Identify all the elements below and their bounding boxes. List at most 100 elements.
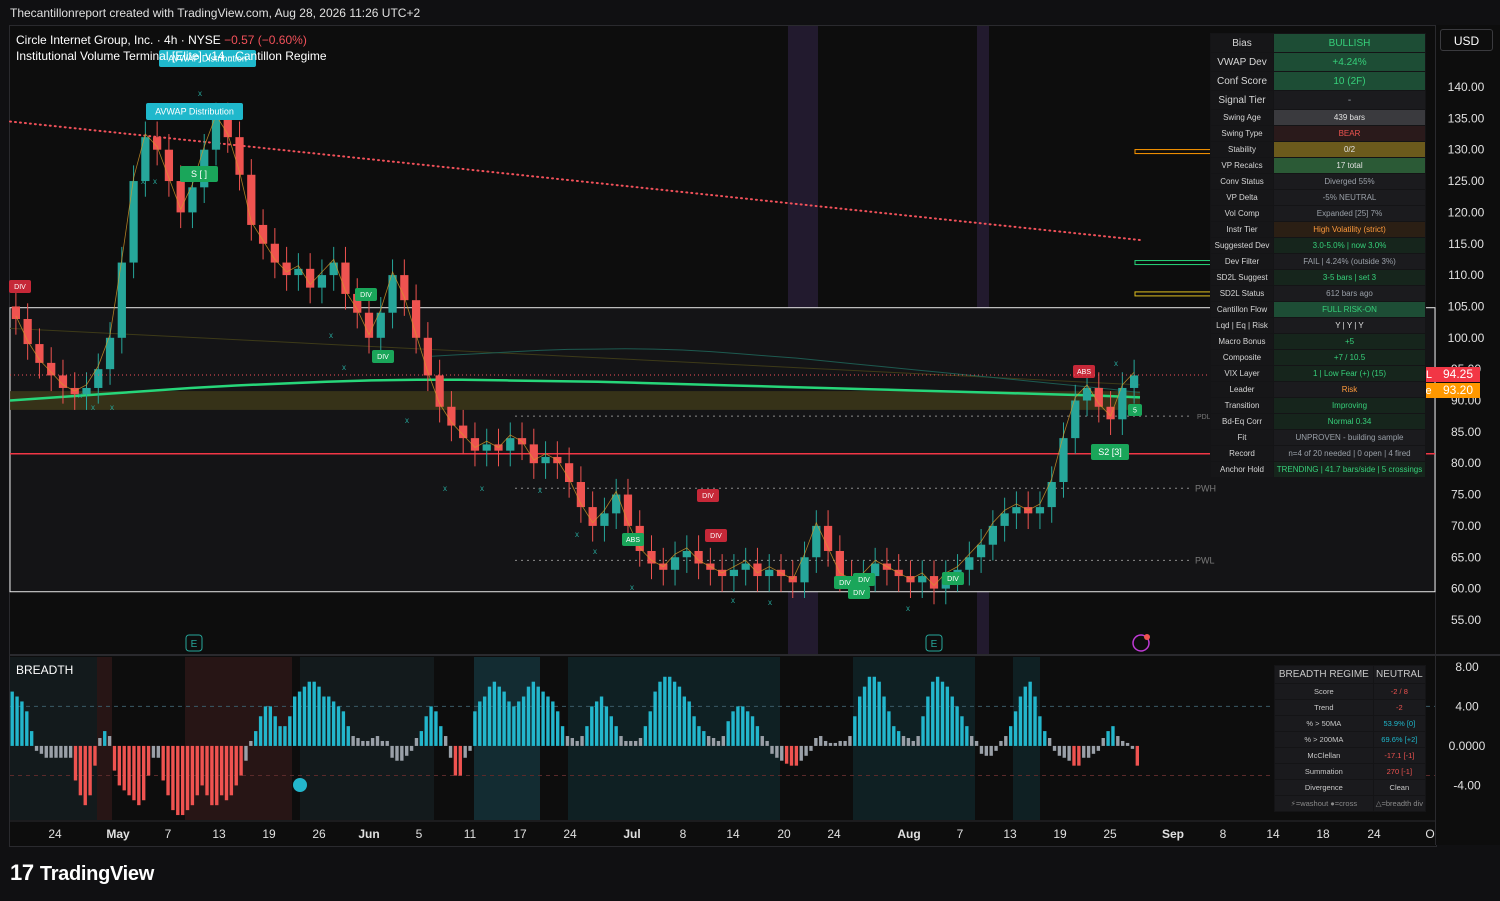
x-marker: x (630, 583, 634, 592)
breadth-bar (185, 745, 190, 811)
candle-body (612, 494, 621, 514)
breadth-regime-table: BREADTH REGIME NEUTRAL Score -2 / 8 Trend -2%… (1274, 665, 1427, 812)
breadth-bar (25, 711, 29, 746)
breadth-bar (453, 745, 458, 776)
breadth-bar (668, 676, 672, 746)
breadth-title: BREADTH (16, 663, 74, 677)
breadth-bar (317, 686, 321, 746)
time-tick: 19 (262, 827, 276, 841)
breadth-bar (580, 736, 584, 746)
breadth-cell: Divergence (1274, 779, 1374, 796)
breadth-bar (1062, 745, 1066, 758)
stats-row: VP Delta -5% NEUTRAL (1210, 189, 1426, 206)
breadth-bar (322, 696, 326, 746)
stats-key: Composite (1210, 349, 1274, 366)
breadth-bar (327, 696, 331, 746)
stats-value: 3.0-5.0% | now 3.0% (1273, 237, 1426, 254)
breadth-bar (926, 696, 930, 746)
legend-symbol[interactable]: Circle Internet Group, Inc. · 4h · NYSE (16, 33, 221, 47)
stats-key: Bd-Eq Corr (1210, 413, 1274, 430)
breadth-bar (862, 686, 867, 746)
stats-value: +7 / 10.5 (1273, 349, 1426, 366)
stats-row: Stability 0/2 (1210, 141, 1426, 158)
candle-body (247, 174, 256, 225)
breadth-bar (833, 742, 838, 746)
breadth-bar (409, 745, 414, 751)
stats-row: Lqd | Eq | Risk Y | Y | Y (1210, 317, 1426, 334)
breadth-bar (312, 681, 316, 746)
stats-value: Y | Y | Y (1273, 317, 1426, 334)
breadth-bar (151, 745, 156, 758)
breadth-bar (921, 716, 925, 746)
breadth-bar (745, 711, 750, 746)
stats-key: Swing Type (1210, 125, 1274, 142)
breadth-bar (965, 726, 969, 746)
breadth-bar (906, 738, 911, 746)
breadth-bar (512, 706, 516, 746)
stats-row: Bias BULLISH (1210, 33, 1426, 53)
price-tick: 80.00 (1451, 456, 1481, 470)
breadth-bar (663, 676, 667, 746)
tradingview-logo[interactable]: 17 TradingView (10, 860, 154, 886)
stats-value: FAIL | 4.24% (outside 3%) (1273, 253, 1426, 270)
breadth-bar (482, 696, 487, 746)
x-marker: x (405, 416, 409, 425)
breadth-bar (205, 745, 209, 796)
candle-body (1012, 507, 1021, 514)
stats-key: Fit (1210, 429, 1274, 446)
breadth-bar (307, 681, 311, 746)
x-marker: x (78, 391, 82, 400)
stats-row: SD2L Status 612 bars ago (1210, 285, 1426, 302)
price-tick: 75.00 (1451, 488, 1481, 502)
stats-row: Cantillon Flow FULL RISK-ON (1210, 301, 1426, 318)
time-tick: 18 (1316, 827, 1330, 841)
breadth-bar (594, 701, 599, 746)
stats-row: Record n=4 of 20 needed | 0 open | 4 fire… (1210, 445, 1426, 462)
time-tick: 14 (726, 827, 740, 841)
breadth-bar (443, 736, 448, 746)
stats-row: Conf Score 10 (2F) (1210, 71, 1426, 91)
time-tick: 7 (957, 827, 964, 841)
currency-selector[interactable]: USD (1440, 29, 1493, 51)
breadth-bar (146, 745, 151, 776)
breadth-bar (1008, 726, 1013, 746)
breadth-bar (984, 745, 989, 756)
breadth-cell: BREADTH REGIME (1274, 665, 1374, 684)
breadth-bar (39, 745, 44, 754)
breadth-bar (161, 745, 165, 781)
breadth-bar (171, 745, 175, 811)
breadth-bar (1013, 711, 1018, 746)
breadth-bar (375, 736, 380, 746)
breadth-bar (624, 740, 628, 746)
breadth-bar (34, 745, 39, 751)
breadth-bar (682, 696, 687, 746)
breadth-cell: Clean (1372, 779, 1427, 796)
breadth-bar (755, 726, 760, 746)
breadth-bar (132, 745, 136, 801)
price-tick: 110.00 (1448, 268, 1484, 282)
stats-key: Conf Score (1210, 71, 1274, 91)
breadth-bar (1111, 726, 1115, 746)
avwap-dotted-line (9, 120, 1141, 241)
breadth-bar (400, 745, 404, 761)
time-tick: May (106, 827, 130, 841)
breadth-bar (497, 686, 501, 746)
div-label: DIV (14, 284, 26, 291)
breadth-row: Score -2 / 8 (1274, 683, 1427, 700)
breadth-bar (229, 745, 234, 796)
breadth-bar (487, 686, 492, 746)
breadth-bar (1121, 740, 1125, 746)
stats-row: Vol Comp Expanded [25] 7% (1210, 205, 1426, 222)
breadth-bar (142, 745, 146, 801)
breadth-bar (1106, 731, 1110, 746)
candle-body (411, 300, 421, 338)
breadth-bar (68, 745, 73, 758)
legend-indicator[interactable]: Institutional Volume Terminal [Elite] v1… (16, 48, 327, 64)
breadth-bar (940, 681, 945, 746)
breadth-bar (970, 736, 974, 746)
div-label: DIV (858, 577, 870, 584)
breadth-bar (1038, 716, 1042, 746)
breadth-bar (945, 686, 950, 746)
time-tick: 25 (1103, 827, 1117, 841)
breadth-bar (1096, 745, 1101, 751)
